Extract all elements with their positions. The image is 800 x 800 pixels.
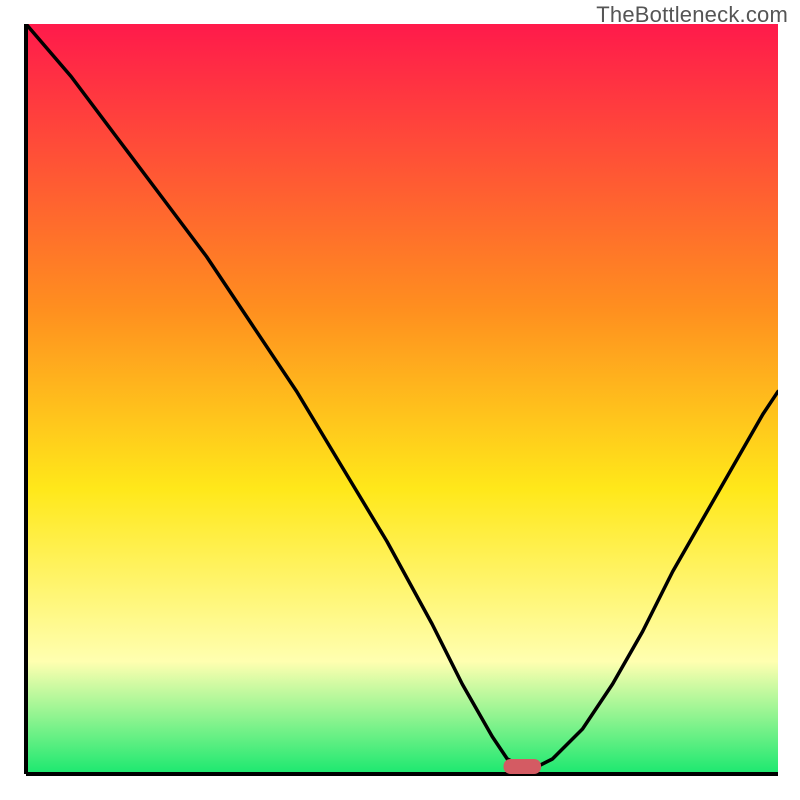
chart-container: TheBottleneck.com bbox=[0, 0, 800, 800]
gradient-background bbox=[26, 24, 778, 774]
watermark-text: TheBottleneck.com bbox=[596, 2, 788, 28]
chart-svg bbox=[22, 24, 778, 778]
plot-area bbox=[22, 24, 778, 778]
optimal-marker bbox=[504, 759, 542, 774]
